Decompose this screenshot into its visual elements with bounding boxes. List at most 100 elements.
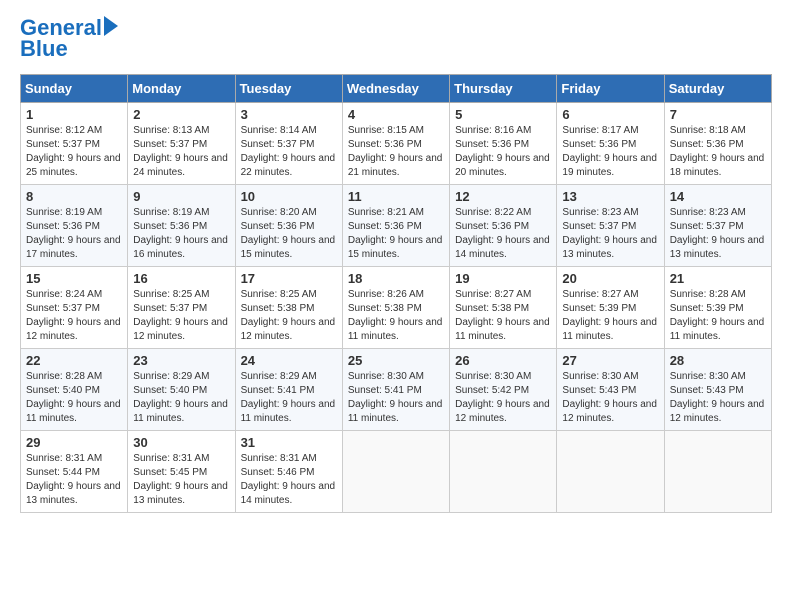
day-number: 29 [26, 435, 122, 450]
day-number: 20 [562, 271, 658, 286]
cell-info: Sunrise: 8:23 AM Sunset: 5:37 PM Dayligh… [670, 206, 766, 262]
calendar-day-cell: 27 Sunrise: 8:30 AM Sunset: 5:43 PM Dayl… [557, 349, 664, 431]
weekday-header: Tuesday [235, 75, 342, 103]
calendar-day-cell: 21 Sunrise: 8:28 AM Sunset: 5:39 PM Dayl… [664, 267, 771, 349]
day-number: 6 [562, 107, 658, 122]
day-number: 13 [562, 189, 658, 204]
logo: General Blue [20, 16, 118, 62]
day-number: 1 [26, 107, 122, 122]
day-number: 9 [133, 189, 229, 204]
calendar-day-cell [450, 431, 557, 513]
day-number: 14 [670, 189, 766, 204]
cell-info: Sunrise: 8:19 AM Sunset: 5:36 PM Dayligh… [133, 206, 229, 262]
calendar-day-cell: 12 Sunrise: 8:22 AM Sunset: 5:36 PM Dayl… [450, 185, 557, 267]
calendar-day-cell: 30 Sunrise: 8:31 AM Sunset: 5:45 PM Dayl… [128, 431, 235, 513]
cell-info: Sunrise: 8:15 AM Sunset: 5:36 PM Dayligh… [348, 124, 444, 180]
calendar-day-cell [342, 431, 449, 513]
day-number: 23 [133, 353, 229, 368]
calendar-week-row: 8 Sunrise: 8:19 AM Sunset: 5:36 PM Dayli… [21, 185, 772, 267]
cell-info: Sunrise: 8:24 AM Sunset: 5:37 PM Dayligh… [26, 288, 122, 344]
day-number: 4 [348, 107, 444, 122]
calendar-day-cell: 8 Sunrise: 8:19 AM Sunset: 5:36 PM Dayli… [21, 185, 128, 267]
cell-info: Sunrise: 8:28 AM Sunset: 5:40 PM Dayligh… [26, 370, 122, 426]
day-number: 3 [241, 107, 337, 122]
calendar-day-cell: 26 Sunrise: 8:30 AM Sunset: 5:42 PM Dayl… [450, 349, 557, 431]
calendar-day-cell: 5 Sunrise: 8:16 AM Sunset: 5:36 PM Dayli… [450, 103, 557, 185]
weekday-header: Monday [128, 75, 235, 103]
cell-info: Sunrise: 8:30 AM Sunset: 5:42 PM Dayligh… [455, 370, 551, 426]
cell-info: Sunrise: 8:28 AM Sunset: 5:39 PM Dayligh… [670, 288, 766, 344]
day-number: 22 [26, 353, 122, 368]
cell-info: Sunrise: 8:30 AM Sunset: 5:43 PM Dayligh… [562, 370, 658, 426]
calendar-day-cell: 25 Sunrise: 8:30 AM Sunset: 5:41 PM Dayl… [342, 349, 449, 431]
calendar-day-cell: 14 Sunrise: 8:23 AM Sunset: 5:37 PM Dayl… [664, 185, 771, 267]
day-number: 7 [670, 107, 766, 122]
calendar-day-cell: 28 Sunrise: 8:30 AM Sunset: 5:43 PM Dayl… [664, 349, 771, 431]
day-number: 19 [455, 271, 551, 286]
cell-info: Sunrise: 8:29 AM Sunset: 5:40 PM Dayligh… [133, 370, 229, 426]
cell-info: Sunrise: 8:14 AM Sunset: 5:37 PM Dayligh… [241, 124, 337, 180]
day-number: 16 [133, 271, 229, 286]
cell-info: Sunrise: 8:19 AM Sunset: 5:36 PM Dayligh… [26, 206, 122, 262]
calendar-day-cell: 15 Sunrise: 8:24 AM Sunset: 5:37 PM Dayl… [21, 267, 128, 349]
calendar-day-cell: 3 Sunrise: 8:14 AM Sunset: 5:37 PM Dayli… [235, 103, 342, 185]
cell-info: Sunrise: 8:17 AM Sunset: 5:36 PM Dayligh… [562, 124, 658, 180]
day-number: 28 [670, 353, 766, 368]
calendar-day-cell [557, 431, 664, 513]
weekday-header: Friday [557, 75, 664, 103]
calendar-week-row: 15 Sunrise: 8:24 AM Sunset: 5:37 PM Dayl… [21, 267, 772, 349]
day-number: 26 [455, 353, 551, 368]
day-number: 21 [670, 271, 766, 286]
calendar-day-cell: 11 Sunrise: 8:21 AM Sunset: 5:36 PM Dayl… [342, 185, 449, 267]
calendar-day-cell [664, 431, 771, 513]
cell-info: Sunrise: 8:25 AM Sunset: 5:38 PM Dayligh… [241, 288, 337, 344]
calendar-day-cell: 13 Sunrise: 8:23 AM Sunset: 5:37 PM Dayl… [557, 185, 664, 267]
cell-info: Sunrise: 8:21 AM Sunset: 5:36 PM Dayligh… [348, 206, 444, 262]
cell-info: Sunrise: 8:20 AM Sunset: 5:36 PM Dayligh… [241, 206, 337, 262]
cell-info: Sunrise: 8:31 AM Sunset: 5:46 PM Dayligh… [241, 452, 337, 508]
calendar-day-cell: 18 Sunrise: 8:26 AM Sunset: 5:38 PM Dayl… [342, 267, 449, 349]
calendar-day-cell: 6 Sunrise: 8:17 AM Sunset: 5:36 PM Dayli… [557, 103, 664, 185]
logo-arrow-icon [104, 16, 118, 36]
cell-info: Sunrise: 8:16 AM Sunset: 5:36 PM Dayligh… [455, 124, 551, 180]
calendar-day-cell: 1 Sunrise: 8:12 AM Sunset: 5:37 PM Dayli… [21, 103, 128, 185]
cell-info: Sunrise: 8:30 AM Sunset: 5:43 PM Dayligh… [670, 370, 766, 426]
calendar-day-cell: 22 Sunrise: 8:28 AM Sunset: 5:40 PM Dayl… [21, 349, 128, 431]
weekday-header: Saturday [664, 75, 771, 103]
calendar-header-row: SundayMondayTuesdayWednesdayThursdayFrid… [21, 75, 772, 103]
cell-info: Sunrise: 8:23 AM Sunset: 5:37 PM Dayligh… [562, 206, 658, 262]
calendar-day-cell: 4 Sunrise: 8:15 AM Sunset: 5:36 PM Dayli… [342, 103, 449, 185]
calendar-week-row: 22 Sunrise: 8:28 AM Sunset: 5:40 PM Dayl… [21, 349, 772, 431]
day-number: 17 [241, 271, 337, 286]
calendar-day-cell: 31 Sunrise: 8:31 AM Sunset: 5:46 PM Dayl… [235, 431, 342, 513]
weekday-header: Sunday [21, 75, 128, 103]
page-container: General Blue SundayMondayTuesdayWednesda… [0, 0, 792, 523]
day-number: 10 [241, 189, 337, 204]
calendar-day-cell: 16 Sunrise: 8:25 AM Sunset: 5:37 PM Dayl… [128, 267, 235, 349]
calendar-week-row: 1 Sunrise: 8:12 AM Sunset: 5:37 PM Dayli… [21, 103, 772, 185]
calendar-day-cell: 7 Sunrise: 8:18 AM Sunset: 5:36 PM Dayli… [664, 103, 771, 185]
day-number: 18 [348, 271, 444, 286]
cell-info: Sunrise: 8:27 AM Sunset: 5:39 PM Dayligh… [562, 288, 658, 344]
cell-info: Sunrise: 8:13 AM Sunset: 5:37 PM Dayligh… [133, 124, 229, 180]
day-number: 11 [348, 189, 444, 204]
cell-info: Sunrise: 8:31 AM Sunset: 5:44 PM Dayligh… [26, 452, 122, 508]
cell-info: Sunrise: 8:26 AM Sunset: 5:38 PM Dayligh… [348, 288, 444, 344]
cell-info: Sunrise: 8:27 AM Sunset: 5:38 PM Dayligh… [455, 288, 551, 344]
cell-info: Sunrise: 8:18 AM Sunset: 5:36 PM Dayligh… [670, 124, 766, 180]
calendar-day-cell: 17 Sunrise: 8:25 AM Sunset: 5:38 PM Dayl… [235, 267, 342, 349]
calendar-week-row: 29 Sunrise: 8:31 AM Sunset: 5:44 PM Dayl… [21, 431, 772, 513]
calendar-day-cell: 19 Sunrise: 8:27 AM Sunset: 5:38 PM Dayl… [450, 267, 557, 349]
cell-info: Sunrise: 8:25 AM Sunset: 5:37 PM Dayligh… [133, 288, 229, 344]
day-number: 25 [348, 353, 444, 368]
calendar-day-cell: 23 Sunrise: 8:29 AM Sunset: 5:40 PM Dayl… [128, 349, 235, 431]
day-number: 31 [241, 435, 337, 450]
day-number: 2 [133, 107, 229, 122]
calendar-day-cell: 10 Sunrise: 8:20 AM Sunset: 5:36 PM Dayl… [235, 185, 342, 267]
calendar-day-cell: 9 Sunrise: 8:19 AM Sunset: 5:36 PM Dayli… [128, 185, 235, 267]
day-number: 8 [26, 189, 122, 204]
calendar-day-cell: 24 Sunrise: 8:29 AM Sunset: 5:41 PM Dayl… [235, 349, 342, 431]
day-number: 30 [133, 435, 229, 450]
calendar-day-cell: 2 Sunrise: 8:13 AM Sunset: 5:37 PM Dayli… [128, 103, 235, 185]
cell-info: Sunrise: 8:29 AM Sunset: 5:41 PM Dayligh… [241, 370, 337, 426]
